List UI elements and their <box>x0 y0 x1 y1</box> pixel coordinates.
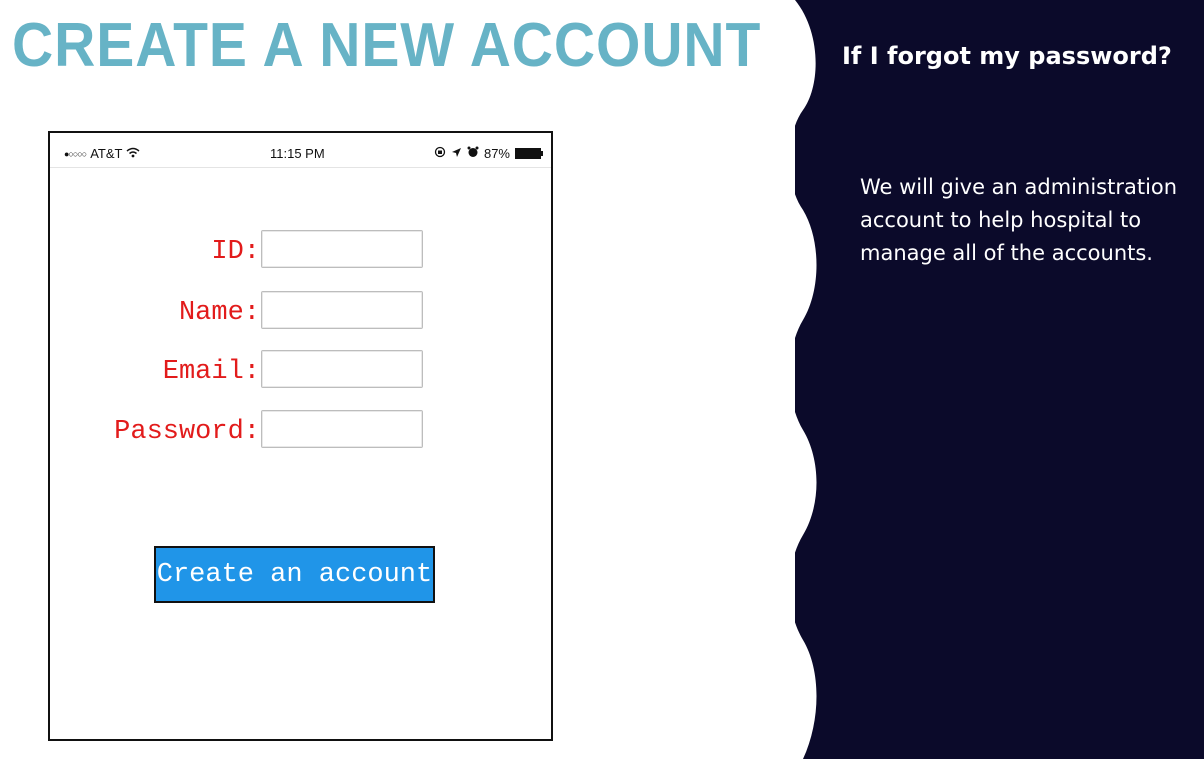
status-time: 11:15 PM <box>270 146 325 161</box>
phone-screenshot: ●○○○○ AT&T 11:15 PM 87% ID: Name: Email:… <box>48 131 553 741</box>
orientation-lock-icon <box>434 146 446 161</box>
password-field[interactable] <box>261 410 423 448</box>
name-field[interactable] <box>261 291 423 329</box>
info-panel-background <box>795 0 1204 759</box>
carrier-label: AT&T <box>90 146 123 161</box>
location-arrow-icon <box>451 146 462 161</box>
wifi-icon <box>126 146 140 161</box>
form-row-password: Password: <box>50 410 551 454</box>
form-row-name: Name: <box>50 291 551 335</box>
battery-icon <box>515 148 543 159</box>
password-label: Password: <box>114 417 260 447</box>
faq-answer: We will give an administration account t… <box>860 175 1178 265</box>
id-field[interactable] <box>261 230 423 268</box>
slide-title: CREATE A NEW ACCOUNT <box>12 11 762 80</box>
create-account-button[interactable]: Create an account <box>154 546 435 603</box>
form-row-email: Email: <box>50 350 551 394</box>
form-row-id: ID: <box>50 230 551 274</box>
alarm-icon <box>467 146 479 161</box>
id-label: ID: <box>211 237 260 267</box>
faq-question: If I forgot my password? <box>842 42 1172 70</box>
name-label: Name: <box>178 298 260 328</box>
email-field[interactable] <box>261 350 423 388</box>
email-label: Email: <box>162 357 260 387</box>
signal-strength: ●○○○○ <box>64 148 87 159</box>
status-bar: ●○○○○ AT&T 11:15 PM 87% <box>50 133 551 168</box>
battery-percent: 87% <box>483 146 510 161</box>
